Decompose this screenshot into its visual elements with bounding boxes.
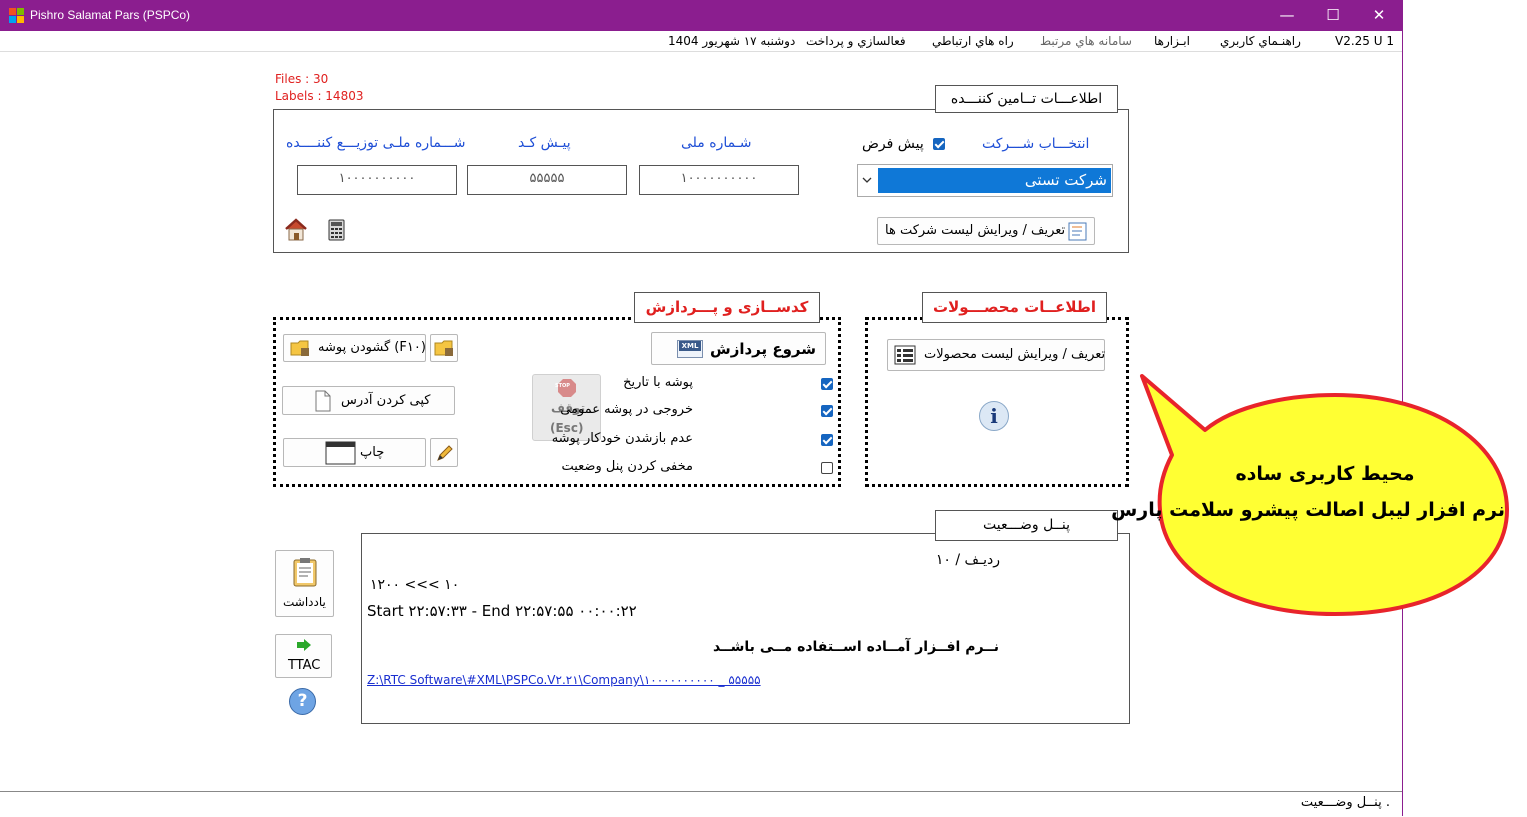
select-company-label: انتخـــاب شـــرکت — [982, 136, 1090, 152]
national-id-field[interactable]: ۱۰۰۰۰۰۰۰۰۰۰ — [639, 165, 799, 195]
distributor-id-field[interactable]: ۱۰۰۰۰۰۰۰۰۰۰ — [297, 165, 457, 195]
table-icon — [894, 345, 916, 365]
start-processing-label: شروع پردازش — [710, 340, 817, 358]
title-bar: Pishro Salamat Pars (PSPCo) — ☐ ✕ — [0, 0, 1403, 31]
app-logo-icon — [9, 8, 24, 23]
labels-count: Labels : 14803 — [275, 89, 364, 103]
define-companies-label: تعریف / ویرایش لیست شرکت ها — [885, 223, 1066, 238]
ready-message: نــرم افــزار آمــاده اســتفاده مــی باش… — [713, 639, 999, 655]
menu-related-systems[interactable]: سامانه هاي مرتبط — [1040, 34, 1132, 48]
option-dated-folder-checkbox[interactable] — [821, 378, 833, 390]
option-hide-status-label: مخفی کردن پنل وضعیت — [561, 459, 693, 474]
supplier-legend: اطلاعـــات تــامین کننـــده — [935, 85, 1118, 113]
note-label: یادداشت — [283, 595, 326, 609]
ttac-button[interactable]: TTAC — [275, 634, 332, 678]
option-no-autoopen-label: عدم بازشدن خودکار پوشه — [551, 431, 693, 446]
chevron-down-icon — [862, 177, 872, 183]
edit-button[interactable] — [430, 438, 458, 467]
open-folder-button[interactable]: گشودن پوشه (F۱۰) — [283, 334, 426, 362]
prefix-field[interactable]: ۵۵۵۵۵ — [467, 165, 627, 195]
document-icon — [315, 390, 331, 412]
status-legend: پنــل وضـــعیت — [935, 510, 1118, 541]
help-icon[interactable]: ? — [289, 688, 316, 715]
date-label: دوشنبه ۱۷ شهریور 1404 — [668, 34, 796, 48]
maximize-button[interactable]: ☐ — [1310, 0, 1356, 31]
products-legend: اطلاعــات محصـــولات — [922, 292, 1107, 323]
output-path-link[interactable]: Z:\RTC Software\#XML\PSPCo.V۲.۲۱\Company… — [367, 673, 761, 687]
window-icon — [325, 441, 356, 465]
start-processing-button[interactable]: شروع پردازش XML — [651, 332, 826, 365]
print-button[interactable]: چاپ — [283, 438, 426, 467]
option-dated-folder-label: پوشه با تاریخ — [623, 375, 693, 390]
folder-icon — [434, 340, 453, 356]
arrow-right-icon — [297, 639, 311, 651]
option-hide-status-checkbox[interactable] — [821, 462, 833, 474]
open-folder-alt-button[interactable] — [430, 334, 458, 362]
pencil-icon — [437, 445, 453, 461]
callout-line-1: محیط کاربری ساده — [1235, 463, 1415, 485]
callout-line-2: نرم افزار لیبل اصالت پیشرو سلامت پارس — [1111, 499, 1505, 521]
option-no-autoopen-checkbox[interactable] — [821, 434, 833, 446]
window-title: Pishro Salamat Pars (PSPCo) — [30, 8, 191, 22]
timing-label: Start ۲۲:۵۷:۳۳ - End ۲۲:۵۷:۵۵ ۰۰:۰۰:۲۲ — [367, 602, 637, 620]
prefix-label: پیـش کـد — [518, 135, 571, 151]
home-icon[interactable] — [283, 217, 309, 243]
ttac-label: TTAC — [288, 658, 321, 673]
print-label: چاپ — [360, 445, 385, 460]
xml-file-icon: XML — [677, 340, 703, 358]
default-checkbox[interactable] — [933, 138, 945, 150]
menu-tools[interactable]: ابـزارها — [1154, 34, 1190, 48]
status-bar-text: . پنــل وضـــعیت — [1300, 795, 1390, 810]
menu-contact[interactable]: راه هاي ارتباطي — [932, 34, 1014, 48]
coding-legend: کدســازی و پـــردازش — [634, 292, 820, 323]
copy-address-button[interactable]: کپی کردن آدرس — [282, 386, 455, 415]
default-label: پیش فرض — [862, 136, 924, 152]
version-label: V2.25 U 1 — [1335, 34, 1394, 48]
list-edit-icon — [1068, 222, 1087, 241]
clipboard-icon — [293, 558, 317, 587]
minimize-button[interactable]: — — [1264, 0, 1310, 31]
calculator-icon[interactable] — [327, 219, 347, 241]
status-panel — [361, 533, 1130, 724]
speech-bubble — [1140, 374, 1509, 616]
distributor-label: شـــماره ملـی توزیـــع کننــــده — [286, 135, 466, 151]
files-count: Files : 30 — [275, 72, 329, 86]
menu-guide[interactable]: راهنـماي كاربري — [1220, 34, 1301, 48]
row-label: ردیـف / ۱۰ — [935, 552, 1000, 568]
national-id-label: شـماره ملی — [681, 135, 752, 151]
status-bar: . پنــل وضـــعیت — [0, 791, 1402, 817]
menu-activation[interactable]: فعالسازي و پرداخت — [806, 34, 906, 48]
range-label: ۱۲۰۰ <<< ۱۰ — [370, 577, 460, 593]
open-folder-label: گشودن پوشه (F۱۰) — [318, 340, 426, 355]
close-button[interactable]: ✕ — [1356, 0, 1402, 31]
note-button[interactable]: یادداشت — [275, 550, 334, 617]
option-public-folder-checkbox[interactable] — [821, 405, 833, 417]
folder-icon — [290, 340, 309, 356]
option-public-folder-label: خروجی در پوشه عمومی — [560, 402, 693, 417]
menu-bar: V2.25 U 1 راهنـماي كاربري ابـزارها سامان… — [0, 31, 1402, 52]
company-select[interactable]: شرکت تستی — [857, 164, 1113, 197]
define-products-label: تعریف / ویرایش لیست محصولات — [924, 347, 1106, 362]
define-products-button[interactable]: تعریف / ویرایش لیست محصولات — [887, 339, 1105, 371]
info-icon[interactable]: i — [979, 401, 1009, 431]
company-selected-value: شرکت تستی — [878, 168, 1111, 193]
copy-address-label: کپی کردن آدرس — [341, 393, 431, 408]
define-companies-button[interactable]: تعریف / ویرایش لیست شرکت ها — [877, 217, 1095, 245]
